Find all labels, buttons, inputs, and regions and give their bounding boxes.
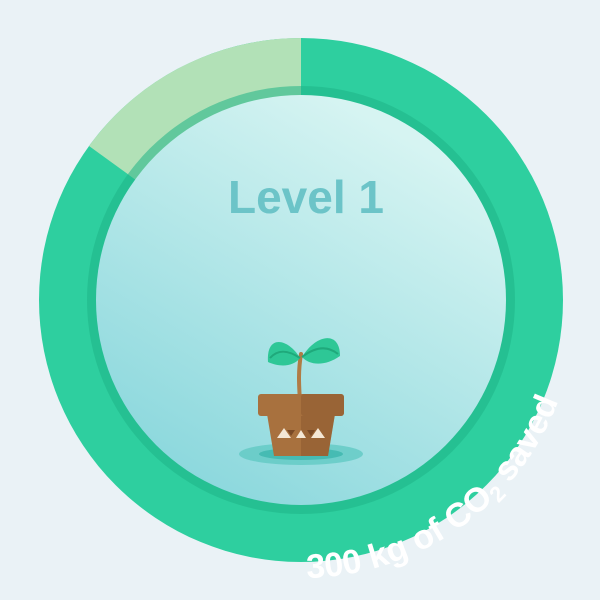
badge-graphic: Level 1 300 kg of CO2 saved bbox=[39, 38, 566, 586]
level-title: Level 1 bbox=[228, 171, 384, 223]
level-badge: Level 1 300 kg of CO2 saved bbox=[0, 0, 600, 600]
